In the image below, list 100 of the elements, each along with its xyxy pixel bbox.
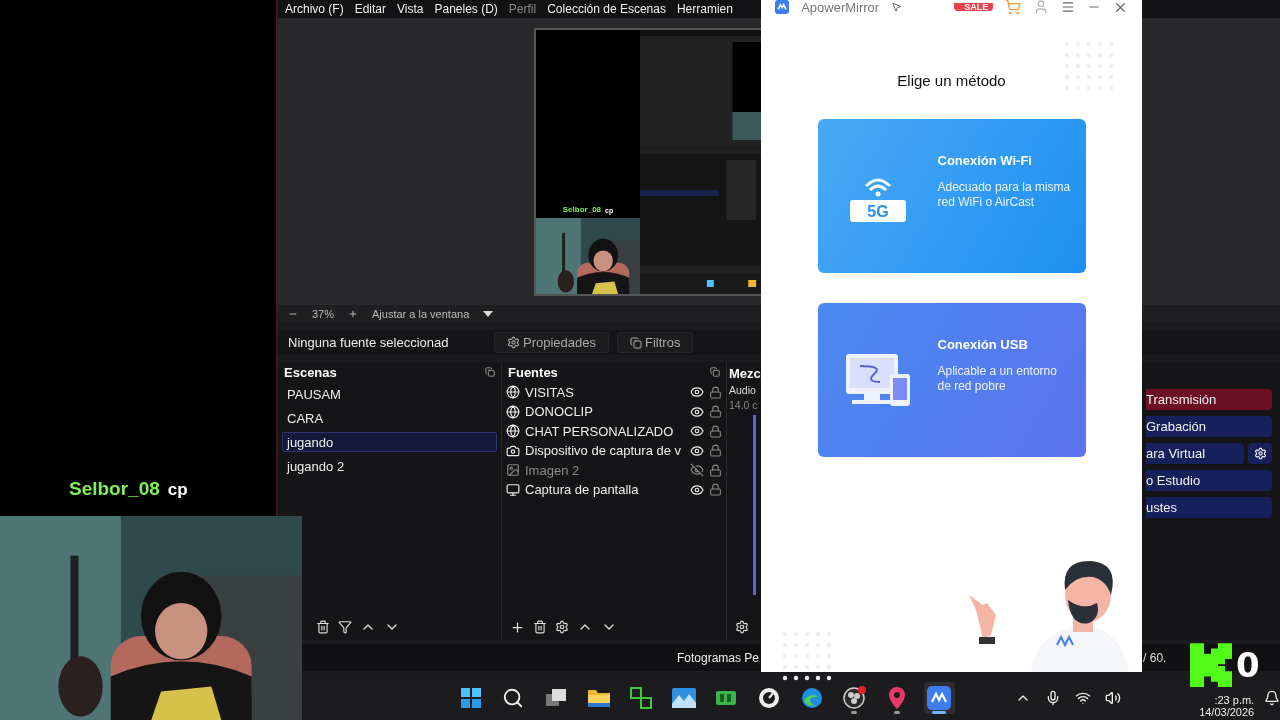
kick-logo-icon	[1190, 643, 1232, 687]
lock-icon[interactable]	[709, 424, 722, 438]
zoom-mode-dropdown[interactable]: Ajustar a la ventana	[372, 307, 470, 320]
settings-icon[interactable]	[555, 620, 569, 634]
globe-icon	[506, 385, 520, 399]
eye-icon[interactable]	[690, 443, 704, 458]
photos-icon	[671, 688, 696, 708]
streamer-tag: cp	[167, 480, 188, 500]
obs-icon	[842, 686, 867, 710]
source-name: Captura de pantalla	[525, 482, 640, 498]
clock[interactable]: :23 p.m. 14/03/2026	[1199, 694, 1255, 720]
source-item[interactable]: CHAT PERSONALIZADO	[506, 423, 722, 440]
plus-icon	[348, 308, 359, 319]
source-item[interactable]: VISITAS	[506, 384, 722, 400]
volume-icon[interactable]	[1105, 690, 1122, 706]
source-item[interactable]: Dispositivo de captura de v	[506, 442, 722, 459]
add-icon[interactable]	[510, 619, 525, 635]
cursor-icon	[891, 0, 903, 14]
time-text: :23 p.m.	[1214, 694, 1255, 706]
eye-icon[interactable]	[690, 385, 704, 399]
source-name: VISITAS	[525, 384, 575, 400]
usb-method-card[interactable]: Conexión USB Aplicable a un entorno de red pobre	[817, 303, 1086, 457]
viewer-count: 0	[1236, 644, 1260, 687]
filter-icon[interactable]	[338, 620, 352, 634]
settings-icon[interactable]	[735, 620, 749, 634]
scene-item[interactable]: PAUSAM	[282, 384, 497, 404]
menu-icon[interactable]	[1061, 0, 1075, 14]
card-title: Conexión Wi-Fi	[937, 152, 1033, 168]
trash-icon[interactable]	[316, 620, 330, 634]
settings-button[interactable]	[1248, 443, 1272, 464]
browser-icon	[800, 687, 823, 709]
streamer-name: Selbor_08	[69, 478, 160, 500]
caret-icon[interactable]	[483, 310, 494, 317]
window-title: ApowerMirror	[801, 0, 880, 15]
trash-icon[interactable]	[533, 620, 547, 634]
control-button[interactable]: Grabación	[1146, 416, 1272, 437]
zoom-value: 37%	[312, 307, 335, 320]
grid-app-icon	[630, 687, 653, 709]
volume-reading: 14.0 c	[729, 399, 759, 411]
chip-icon	[715, 689, 738, 707]
panel-title: Escenas	[284, 364, 337, 380]
eye-icon[interactable]	[690, 482, 704, 497]
lock-icon[interactable]	[709, 463, 722, 477]
mirror-app-icon	[927, 686, 952, 710]
source-name: Dispositivo de captura de v	[525, 443, 683, 459]
control-button[interactable]: ara Virtual	[1146, 443, 1244, 464]
menu-item[interactable]: Archivo (F)	[285, 2, 344, 16]
monitor-icon	[506, 482, 520, 497]
lock-icon[interactable]	[709, 405, 722, 419]
scene-item[interactable]: jugando	[282, 432, 497, 452]
card-description: Adecuado para la misma red WiFi o AirCast	[937, 179, 1072, 210]
gear-icon	[507, 336, 520, 349]
computer-phone-icon	[843, 352, 912, 408]
source-name: CHAT PERSONALIZADO	[525, 423, 675, 439]
status-text: Fotogramas Pe	[677, 650, 760, 665]
source-name: Imagen 2	[525, 462, 581, 478]
lock-icon[interactable]	[709, 385, 722, 399]
eye-icon[interactable]	[690, 404, 704, 419]
wifi-icon[interactable]	[1075, 690, 1092, 706]
source-item[interactable]: Imagen 2	[506, 462, 722, 479]
zoom-in-button[interactable]	[348, 308, 359, 319]
source-item[interactable]: Captura de pantalla	[506, 481, 722, 498]
menu-item[interactable]: Colección de Escenas	[547, 2, 666, 16]
control-button[interactable]: Transmisión	[1146, 389, 1272, 410]
menu-item[interactable]: Herramien	[676, 2, 733, 16]
properties-button[interactable]: Propiedades	[494, 332, 609, 353]
filters-button[interactable]: Filtros	[617, 332, 694, 353]
globe-icon	[506, 424, 520, 439]
scene-item[interactable]: jugando 2	[282, 456, 497, 476]
lock-icon[interactable]	[709, 444, 722, 458]
folder-icon	[586, 688, 611, 708]
heading: Elige un método	[897, 72, 1006, 89]
sale-badge[interactable]: SALE	[954, 3, 993, 11]
search-icon	[502, 687, 525, 709]
notification-icon[interactable]	[1264, 690, 1280, 706]
fps-text: / 60.	[1143, 650, 1167, 665]
card-title: Conexión USB	[937, 336, 1029, 352]
menu-item[interactable]: Editar	[354, 2, 387, 16]
undock-icon[interactable]	[710, 367, 720, 377]
dot-pattern-drawing	[781, 630, 833, 682]
location-pin-icon	[887, 686, 906, 710]
lock-icon[interactable]	[709, 483, 722, 497]
menu-item[interactable]: Vista	[397, 2, 424, 16]
taskbar-app[interactable]	[923, 682, 956, 714]
eye-off-icon[interactable]	[690, 463, 704, 478]
selected-source-label: Ninguna fuente seleccionad	[288, 335, 450, 350]
control-button[interactable]: ustes	[1146, 497, 1272, 518]
eye-icon[interactable]	[690, 424, 704, 439]
control-button[interactable]: o Estudio	[1146, 470, 1272, 491]
close-icon[interactable]	[1113, 0, 1128, 15]
undock-icon[interactable]	[485, 367, 495, 377]
menu-item[interactable]: Paneles (D)	[434, 2, 498, 16]
camera-icon	[506, 443, 520, 458]
globe-icon	[506, 404, 520, 419]
task-view-icon	[545, 688, 567, 708]
streamer-name: Selbor_08	[562, 205, 602, 214]
scene-item[interactable]: CARA	[282, 408, 497, 428]
dial-icon	[757, 687, 780, 709]
source-item[interactable]: DONOCLIP	[506, 403, 722, 420]
panel-title: Mezc	[729, 366, 761, 381]
